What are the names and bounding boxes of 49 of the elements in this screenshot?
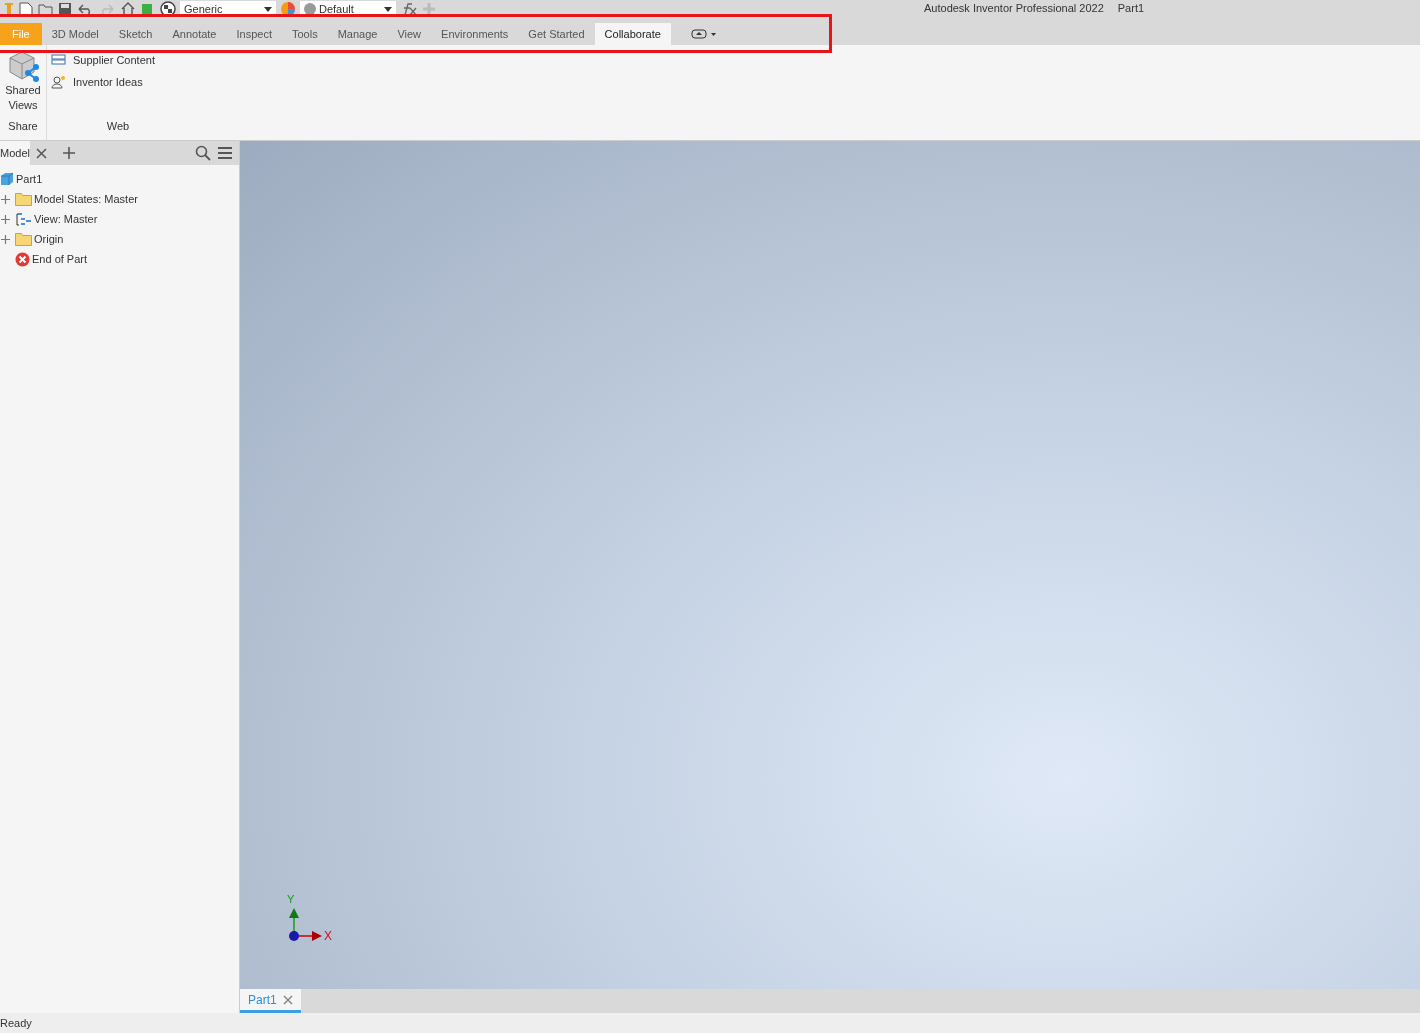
home-icon[interactable] [120,1,136,16]
close-icon [282,994,293,1005]
color-wheel-icon[interactable] [280,0,296,17]
status-text: Ready [0,1013,1420,1033]
tree-item[interactable]: Origin [34,233,64,245]
expand-toggle-icon[interactable] [1,194,10,204]
document-title: Part1 [1117,2,1145,14]
ribbon-tab[interactable]: Environments [431,23,519,45]
app-logo-icon[interactable] [4,1,14,16]
error-icon [15,251,30,267]
ribbon-tab[interactable]: Get Started [518,23,595,45]
open-folder-icon[interactable] [38,1,54,16]
axis-label: X [324,929,332,943]
ribbon-button[interactable]: Inventor Ideas [51,71,185,93]
folder-icon [15,232,32,246]
expand-toggle-icon[interactable] [1,234,10,244]
person-idea-icon [51,75,67,89]
ribbon-tab[interactable]: View [387,23,432,45]
ribbon-tab[interactable]: Inspect [226,23,282,45]
menu-icon[interactable] [217,146,233,160]
minimize-ribbon-icon[interactable] [690,29,717,39]
add-icon[interactable] [62,147,75,159]
ribbon-tab[interactable]: Annotate [162,23,227,45]
panel-title: Share [7,120,39,134]
part-cube-icon [0,172,14,186]
checker-ball-icon[interactable] [160,0,176,17]
view-tree-icon [15,212,32,226]
panel-title: Web [105,120,131,134]
window-title: Autodesk Inventor Professional 2022 [924,2,1104,14]
ribbon-tab[interactable]: Manage [327,23,388,45]
search-icon[interactable] [195,145,211,161]
ribbon-tab[interactable]: Tools [281,23,328,45]
tree-item[interactable]: Model States: Master [34,193,138,205]
stack-icon [51,53,67,67]
folder-icon [15,192,32,206]
ribbon-button[interactable]: Supplier Content [51,49,185,71]
tree-item[interactable]: End of Part [32,253,88,265]
tree-item[interactable]: Part1 [16,173,43,185]
ribbon-tab[interactable]: Collaborate [594,23,671,45]
browser-tab[interactable]: Model [0,141,30,165]
plus-icon [422,1,436,16]
close-icon[interactable] [35,147,47,159]
save-icon[interactable] [58,1,72,16]
expand-toggle-icon[interactable] [1,214,10,224]
shared-views-button[interactable]: Shared Views [4,49,42,113]
ribbon-tab[interactable]: 3D Model [41,23,109,45]
tree-item[interactable]: View: Master [34,213,98,225]
ribbon-tab[interactable]: Sketch [108,23,163,45]
axis-label: Y [287,893,295,905]
